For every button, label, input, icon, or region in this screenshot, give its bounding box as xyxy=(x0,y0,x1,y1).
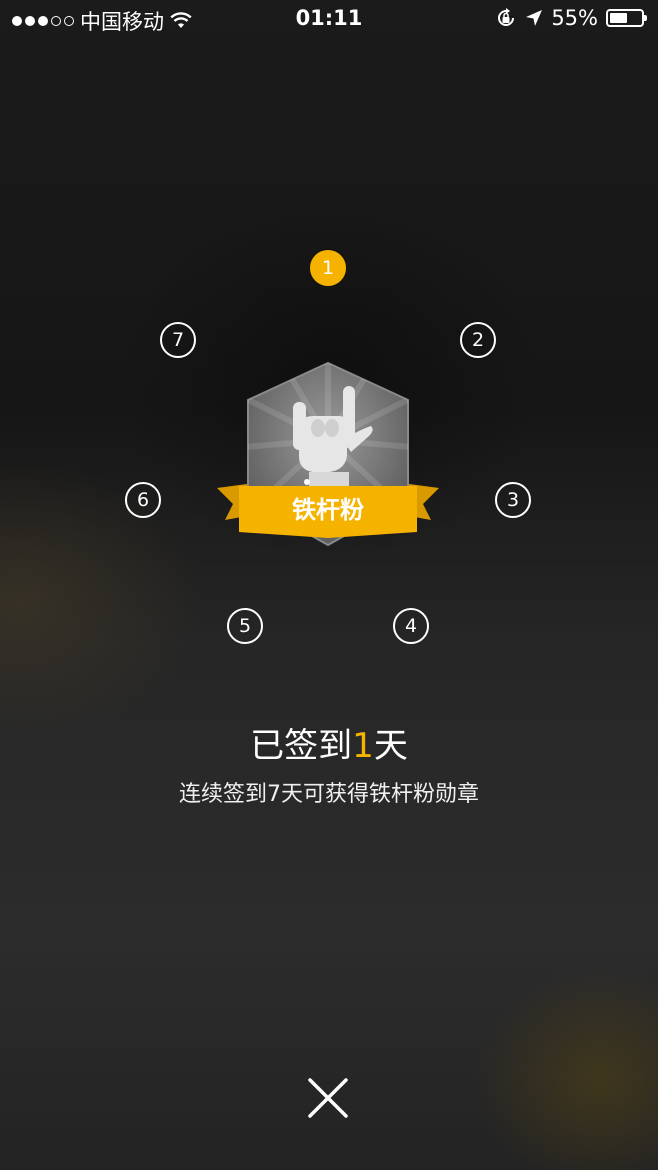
checkin-status-prefix: 已签到 xyxy=(250,726,353,766)
checkin-description: 连续签到7天可获得铁杆粉勋章 xyxy=(179,782,479,807)
badge-name: 铁杆粉 xyxy=(292,496,364,524)
day-3-indicator: 3 xyxy=(495,482,531,518)
checkin-status: 已签到1天 xyxy=(0,718,658,767)
battery-level xyxy=(610,13,627,23)
location-arrow-icon xyxy=(526,10,543,26)
battery-percent: 55% xyxy=(551,6,598,30)
checkin-status-suffix: 天 xyxy=(373,726,408,766)
day-5-indicator: 5 xyxy=(227,608,263,644)
close-icon[interactable] xyxy=(306,1076,350,1120)
day-4-indicator: 4 xyxy=(393,608,429,644)
checkin-day-count: 1 xyxy=(352,726,374,766)
status-bar: 中国移动 01:11 55% xyxy=(0,0,658,38)
day-2-indicator: 2 xyxy=(460,322,496,358)
status-right: 55% xyxy=(495,6,647,30)
day-1-indicator: 1 xyxy=(310,250,346,286)
battery-icon xyxy=(606,9,647,27)
day-6-indicator: 6 xyxy=(125,482,161,518)
iron-fan-badge: 铁杆粉 xyxy=(217,361,439,547)
day-7-indicator: 7 xyxy=(160,322,196,358)
rotation-lock-icon xyxy=(498,8,515,26)
